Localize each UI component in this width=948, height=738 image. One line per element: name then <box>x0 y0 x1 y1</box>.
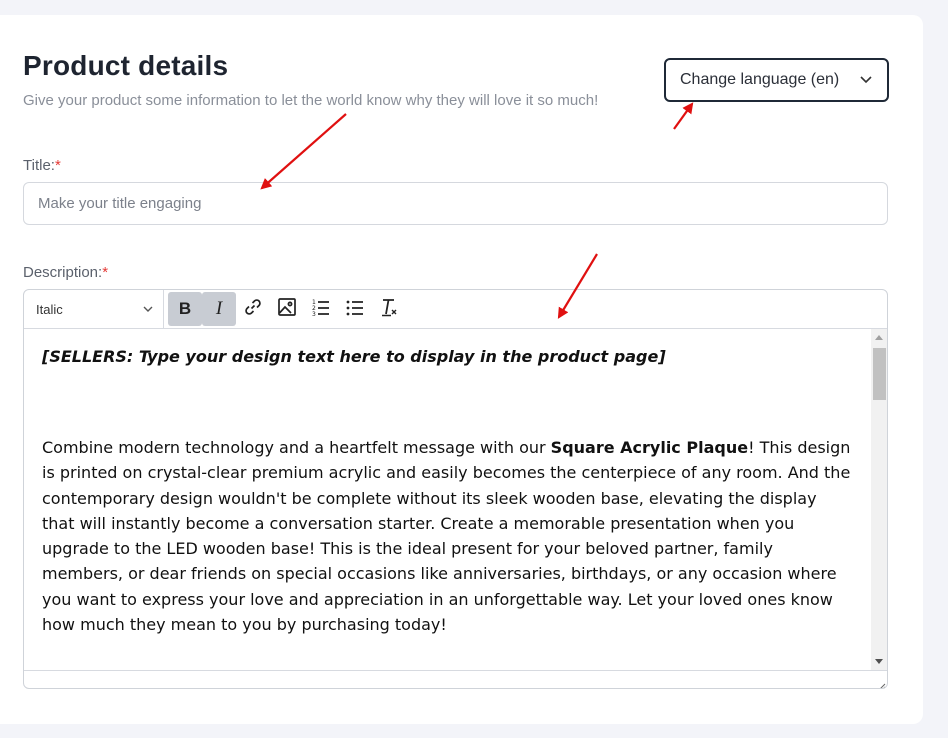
image-icon <box>277 297 297 322</box>
required-mark: * <box>54 157 61 174</box>
link-button[interactable] <box>236 292 270 326</box>
scroll-up-arrow-icon[interactable] <box>875 335 883 340</box>
scroll-down-arrow-icon[interactable] <box>875 659 883 664</box>
description-label: Description:* <box>23 264 109 281</box>
scrollbar-thumb[interactable] <box>873 348 886 400</box>
editor-content[interactable]: [SELLERS: Type your design text here to … <box>24 329 871 670</box>
bullet-list-button[interactable] <box>338 292 372 326</box>
bold-button[interactable]: B <box>168 292 202 326</box>
title-input[interactable] <box>23 182 888 225</box>
bullet-list-icon <box>345 297 365 322</box>
svg-text:3: 3 <box>312 311 316 317</box>
clear-format-button[interactable] <box>372 292 406 326</box>
chevron-down-icon <box>859 73 873 87</box>
resize-handle-icon[interactable] <box>876 678 886 688</box>
editor-statusbar <box>24 670 887 688</box>
product-name-bold: Square Acrylic Plaque <box>550 438 749 457</box>
change-language-label: Change language (en) <box>680 71 840 88</box>
italic-button[interactable]: I <box>202 292 236 326</box>
description-editor: Italic B I 1 2 3 [SELLERS: Type your des… <box>23 289 888 689</box>
chevron-down-icon <box>143 306 153 312</box>
change-language-button[interactable]: Change language (en) <box>664 58 889 102</box>
page-title: Product details <box>23 50 229 81</box>
format-select-value: Italic <box>36 301 63 317</box>
editor-toolbar: Italic B I 1 2 3 <box>24 290 887 329</box>
required-mark: * <box>102 264 109 281</box>
clear-format-icon <box>379 297 399 322</box>
page-subtitle: Give your product some information to le… <box>23 92 599 109</box>
title-label: Title:* <box>23 157 61 174</box>
ordered-list-icon: 1 2 3 <box>311 297 331 322</box>
design-text-placeholder: [SELLERS: Type your design text here to … <box>42 347 666 366</box>
editor-scrollbar[interactable] <box>871 329 887 670</box>
image-button[interactable] <box>270 292 304 326</box>
product-description-paragraph: Combine modern technology and a heartfel… <box>42 438 851 635</box>
link-icon <box>243 297 263 322</box>
format-select[interactable]: Italic <box>24 290 164 329</box>
ordered-list-button[interactable]: 1 2 3 <box>304 292 338 326</box>
